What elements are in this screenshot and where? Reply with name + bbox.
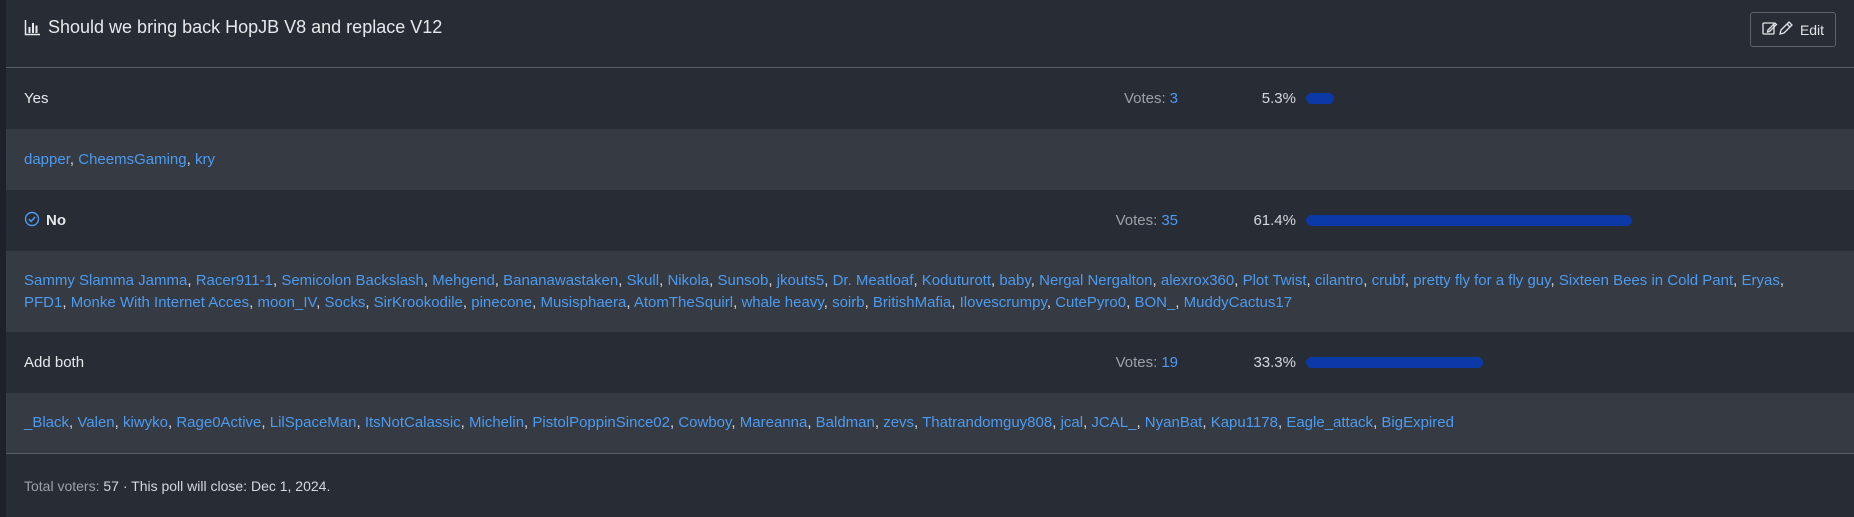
- voter-link[interactable]: Valen: [77, 414, 114, 431]
- voter-link[interactable]: NyanBat: [1145, 414, 1203, 431]
- vote-count: Votes: 19: [1115, 354, 1178, 371]
- voter-link[interactable]: pretty fly for a fly guy: [1413, 272, 1550, 289]
- poll-close-text: · This poll will close: Dec 1, 2024.: [122, 477, 331, 494]
- voter-link[interactable]: PistolPoppinSince02: [532, 414, 670, 431]
- voters-row-no: Sammy Slamma Jamma, Racer911-1, Semicolo…: [6, 251, 1854, 332]
- voter-link[interactable]: Socks: [324, 294, 365, 311]
- vote-bar: [1306, 215, 1632, 226]
- voter-link[interactable]: Koduturott: [922, 272, 991, 289]
- voter-link[interactable]: CutePyro0: [1055, 294, 1126, 311]
- vote-percent: 5.3%: [1261, 90, 1296, 107]
- voter-link[interactable]: BigExpired: [1381, 414, 1454, 431]
- poll-option-yes: Yes Votes: 3 5.3%: [6, 68, 1854, 129]
- voter-link[interactable]: Mareanna: [740, 414, 808, 431]
- poll-title: Should we bring back HopJB V8 and replac…: [24, 16, 442, 38]
- voter-link[interactable]: jcal: [1061, 414, 1084, 431]
- edit-button-label: Edit: [1799, 21, 1825, 38]
- poll-footer: Total voters: 57 · This poll will close:…: [6, 453, 1854, 517]
- voter-link[interactable]: Sixteen Bees in Cold Pant: [1559, 272, 1733, 289]
- vote-count: Votes: 35: [1115, 212, 1178, 229]
- voter-link[interactable]: kry: [195, 151, 215, 168]
- total-voters-count: 57: [103, 477, 119, 494]
- poll-option-no: No Votes: 35 61.4%: [6, 190, 1854, 251]
- voter-link[interactable]: Monke With Internet Acces: [71, 294, 249, 311]
- voter-link[interactable]: moon_IV: [257, 294, 316, 311]
- voter-link[interactable]: Nergal Nergalton: [1039, 272, 1152, 289]
- voter-list: dapper, CheemsGaming, kry: [24, 150, 215, 168]
- poll-card: Should we bring back HopJB V8 and replac…: [6, 0, 1854, 517]
- voter-link[interactable]: Eagle_attack: [1286, 414, 1373, 431]
- voter-link[interactable]: Sunsob: [717, 272, 768, 289]
- voter-link[interactable]: BritishMafia: [873, 294, 951, 311]
- voter-link[interactable]: Ilovescrumpy: [960, 294, 1047, 311]
- votes-link[interactable]: 35: [1161, 212, 1178, 229]
- voter-link[interactable]: Semicolon Backslash: [281, 272, 424, 289]
- voter-link[interactable]: Sammy Slamma Jamma: [24, 272, 187, 289]
- voter-link[interactable]: Thatrandomguy808: [922, 414, 1052, 431]
- voter-link[interactable]: baby: [999, 272, 1030, 289]
- option-label: Yes: [24, 90, 49, 107]
- edit-pencil-icon: [1762, 20, 1794, 39]
- poll-option-add-both: Add both Votes: 19 33.3%: [6, 332, 1854, 393]
- voter-link[interactable]: Plot Twist: [1243, 272, 1307, 289]
- voter-link[interactable]: Mehgend: [432, 272, 495, 289]
- option-label: No: [46, 212, 66, 229]
- voter-link[interactable]: Musisphaera: [540, 294, 626, 311]
- voters-row-yes: dapper, CheemsGaming, kry: [6, 129, 1854, 190]
- voter-link[interactable]: PFD1: [24, 294, 62, 311]
- poll-title-text: Should we bring back HopJB V8 and replac…: [48, 16, 443, 37]
- votes-link[interactable]: 3: [1170, 90, 1178, 107]
- check-circle-icon: [24, 211, 40, 231]
- vote-bar-fill: [1306, 93, 1335, 104]
- voter-link[interactable]: JCAL_: [1091, 414, 1136, 431]
- voter-link[interactable]: Michelin: [469, 414, 524, 431]
- voter-link[interactable]: Rage0Active: [176, 414, 261, 431]
- voter-link[interactable]: Dr. Meatloaf: [833, 272, 914, 289]
- voter-link[interactable]: pinecone: [471, 294, 532, 311]
- voter-link[interactable]: Nikola: [667, 272, 709, 289]
- vote-bar: [1306, 93, 1632, 104]
- voter-link[interactable]: Racer911-1: [196, 272, 273, 289]
- option-label: Add both: [24, 354, 85, 371]
- voter-link[interactable]: zevs: [883, 414, 914, 431]
- voter-link[interactable]: whale heavy: [741, 294, 823, 311]
- voter-link[interactable]: Kapu1178: [1211, 414, 1278, 431]
- voter-link[interactable]: Bananawastaken: [503, 272, 618, 289]
- vote-bar: [1306, 357, 1632, 368]
- voters-row-add-both: _Black, Valen, kiwyko, Rage0Active, LilS…: [6, 393, 1854, 453]
- voter-link[interactable]: Skull: [627, 272, 660, 289]
- voter-link[interactable]: LilSpaceMan: [270, 414, 357, 431]
- voter-link[interactable]: BON_: [1134, 294, 1175, 311]
- voter-link[interactable]: soirb: [832, 294, 865, 311]
- voter-link[interactable]: crubf: [1372, 272, 1405, 289]
- vote-bar-fill: [1306, 357, 1484, 368]
- voter-link[interactable]: dapper: [24, 151, 70, 168]
- voter-link[interactable]: cilantro: [1315, 272, 1363, 289]
- voter-link[interactable]: kiwyko: [123, 414, 168, 431]
- poll-header: Should we bring back HopJB V8 and replac…: [6, 0, 1854, 68]
- voter-link[interactable]: jkouts5: [777, 272, 825, 289]
- votes-link[interactable]: 19: [1161, 354, 1178, 371]
- vote-bar-fill: [1306, 215, 1632, 226]
- voter-link[interactable]: MuddyCactus17: [1184, 294, 1292, 311]
- bar-chart-icon: [24, 19, 41, 36]
- edit-button[interactable]: Edit: [1750, 12, 1836, 47]
- vote-percent: 61.4%: [1253, 212, 1296, 229]
- voter-link[interactable]: CheemsGaming: [78, 151, 186, 168]
- voter-list: _Black, Valen, kiwyko, Rage0Active, LilS…: [24, 414, 1454, 431]
- voter-link[interactable]: AtomTheSquirl: [634, 294, 733, 311]
- total-voters-label: Total voters:: [24, 477, 100, 494]
- voter-link[interactable]: Baldman: [816, 414, 875, 431]
- voter-link[interactable]: SirKrookodile: [374, 294, 463, 311]
- vote-percent: 33.3%: [1253, 354, 1296, 371]
- voter-link[interactable]: alexrox360: [1161, 272, 1234, 289]
- vote-count: Votes: 3: [1123, 90, 1178, 107]
- voter-link[interactable]: ItsNotCalassic: [365, 414, 461, 431]
- voter-link[interactable]: _Black: [24, 414, 69, 431]
- voter-link[interactable]: Cowboy: [678, 414, 731, 431]
- voter-link[interactable]: Eryas: [1742, 272, 1780, 289]
- voter-list: Sammy Slamma Jamma, Racer911-1, Semicolo…: [24, 271, 1785, 311]
